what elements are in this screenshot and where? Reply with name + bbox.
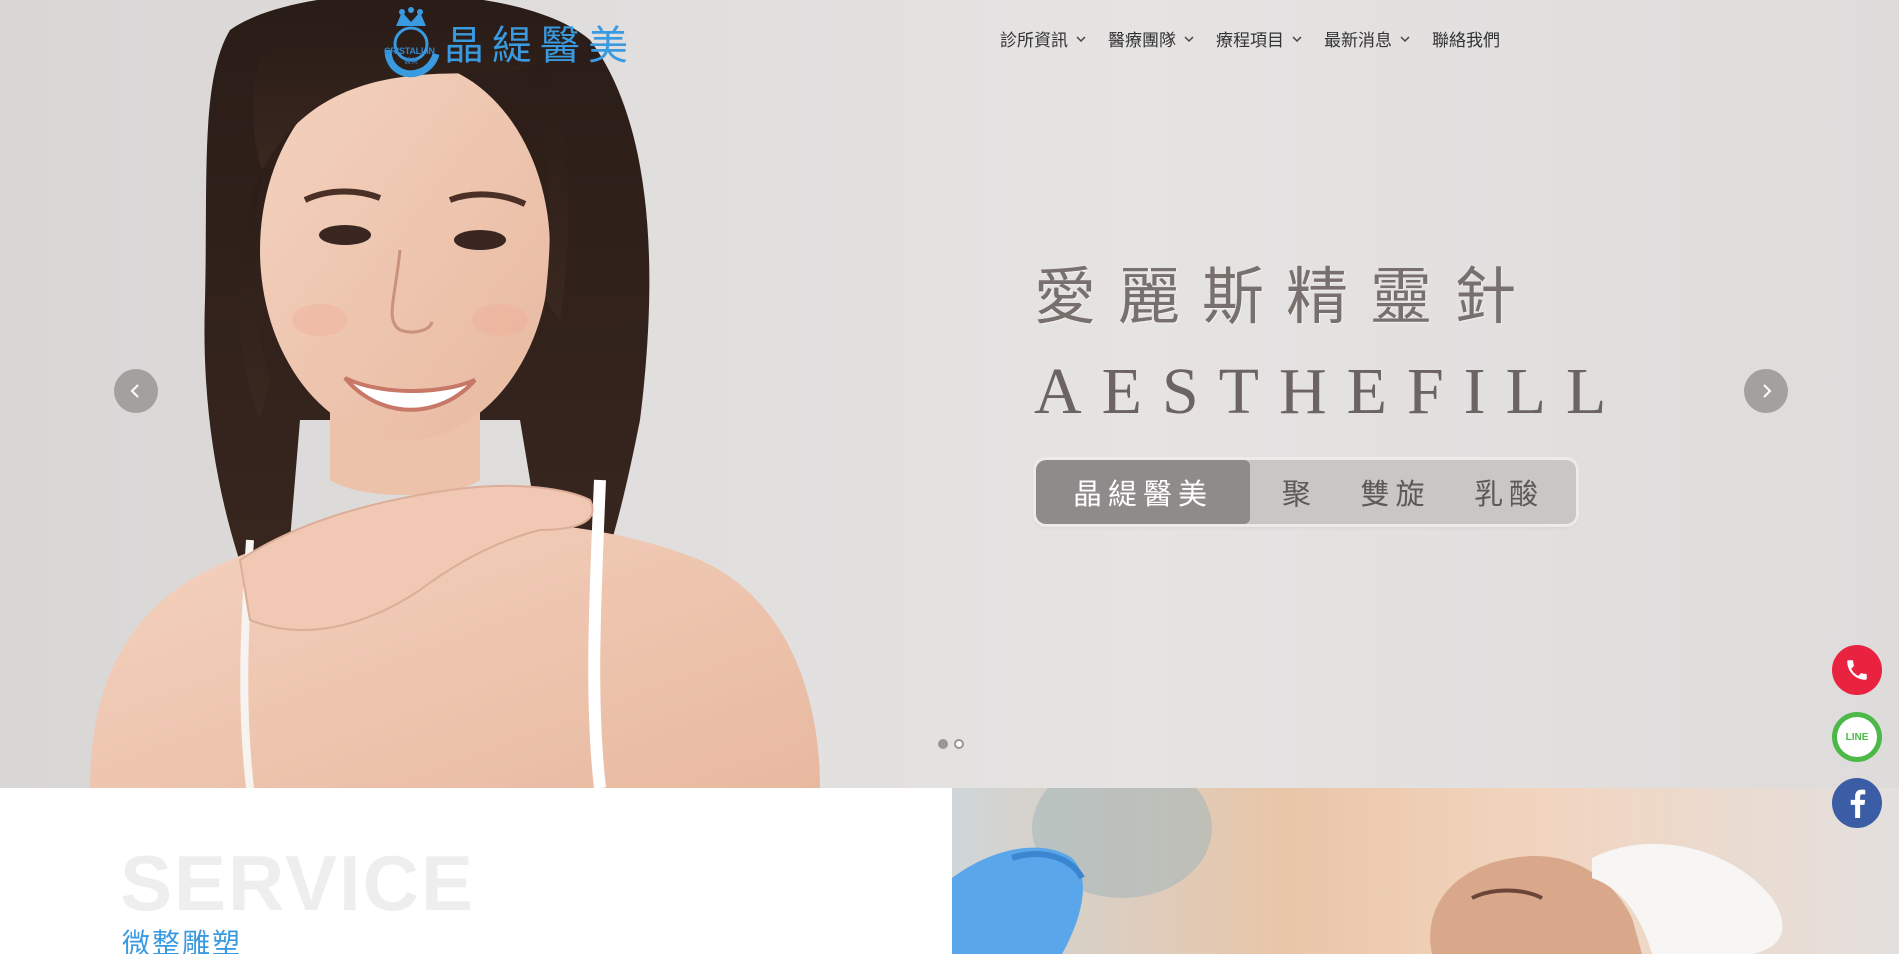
chevron-down-icon [1076,35,1086,42]
service-heading-chinese: 微整雕塑 [122,927,243,954]
line-button[interactable]: LINE [1832,712,1882,762]
logo-text: 晶緹醫美 [444,23,636,69]
hero-title-chinese: 愛麗斯精靈針 [1034,260,1539,333]
facebook-icon [1850,789,1866,818]
slider-prev-button[interactable] [114,369,158,413]
page: CRISTALLIN 醫美 晶緹醫美 診所資訊 醫療團隊 療程項目 最新消息 聯… [0,0,1899,954]
main-nav: 診所資訊 醫療團隊 療程項目 最新消息 聯絡我們 [1000,26,1522,51]
chevron-down-icon [1184,35,1194,42]
logo-mark-sub: 醫美 [404,57,418,65]
service-heading-english: SERVICE [120,839,476,927]
line-icon: LINE [1837,717,1877,757]
slider-next-button[interactable] [1744,369,1788,413]
pill-brand: 晶緹醫美 [1036,460,1250,524]
nav-item-contact[interactable]: 聯絡我們 [1432,26,1500,51]
nav-item-medical-team[interactable]: 醫療團隊 [1108,26,1194,51]
pill-keywords: 聚 雙旋 乳酸 [1250,460,1576,524]
pill-keyword: 雙旋 [1360,477,1431,511]
treatment-image [952,788,1899,954]
slider-dot-2[interactable] [954,739,964,749]
slider-pagination [938,739,964,749]
nav-item-label: 診所資訊 [1000,31,1068,51]
chevron-left-icon [130,384,139,398]
pill-keyword: 聚 [1281,477,1317,511]
nav-item-label: 醫療團隊 [1108,31,1176,51]
crown-logo-icon [384,7,440,78]
pill-keyword: 乳酸 [1474,477,1545,511]
facebook-button[interactable] [1832,778,1882,828]
nav-item-label: 聯絡我們 [1432,31,1500,51]
slider-dot-1[interactable] [938,739,948,749]
site-header: CRISTALLIN 醫美 晶緹醫美 診所資訊 醫療團隊 療程項目 最新消息 聯… [0,0,1899,80]
service-section: SERVICE 微整雕塑 [0,788,952,954]
site-logo[interactable]: CRISTALLIN 醫美 晶緹醫美 [382,6,636,78]
hero-tagline-pill: 晶緹醫美 聚 雙旋 乳酸 [1036,460,1576,524]
nav-item-label: 療程項目 [1216,31,1284,51]
phone-button[interactable] [1832,645,1882,695]
logo-mark: CRISTALLIN 醫美 [382,6,440,78]
chevron-down-icon [1400,35,1410,42]
nav-item-news[interactable]: 最新消息 [1324,26,1410,51]
nav-item-clinic-info[interactable]: 診所資訊 [1000,26,1086,51]
chevron-down-icon [1292,35,1302,42]
chevron-right-icon [1763,384,1772,398]
nav-item-treatments[interactable]: 療程項目 [1216,26,1302,51]
logo-mark-text: CRISTALLIN [384,46,435,56]
hero-slider: CRISTALLIN 醫美 晶緹醫美 診所資訊 醫療團隊 療程項目 最新消息 聯… [0,0,1899,788]
phone-icon [1847,660,1867,680]
hero-title-english: AESTHEFILL [1034,355,1627,428]
line-label: LINE [1845,731,1869,743]
nav-item-label: 最新消息 [1324,31,1392,51]
